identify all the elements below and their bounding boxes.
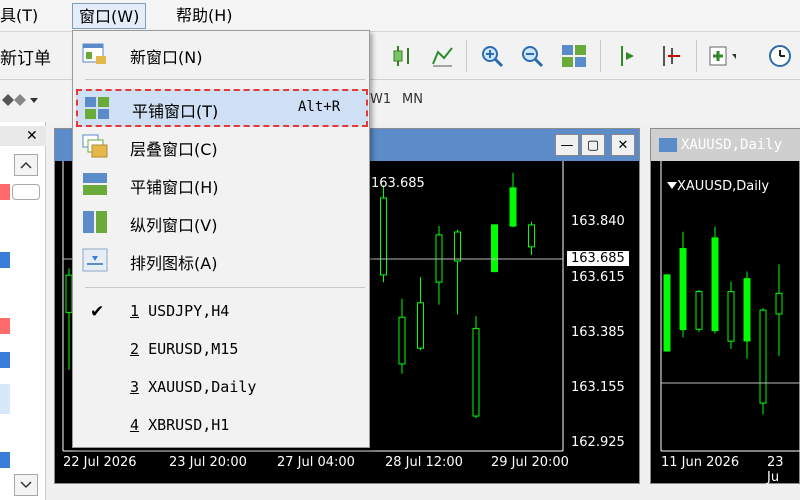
line-chart-icon[interactable] <box>428 42 456 70</box>
date-tick: 22 Jul 2026 <box>63 455 137 470</box>
candle-body <box>435 234 443 283</box>
candle-body <box>775 292 783 315</box>
menubar: 工具(T) 窗口(W) 帮助(H) <box>0 0 800 32</box>
row-marker <box>0 252 10 268</box>
candle-body <box>509 187 517 227</box>
date-tick: 23 Ju <box>767 455 784 485</box>
add-indicator-icon[interactable] <box>708 42 736 70</box>
timeframe-mn[interactable]: MN <box>402 92 423 107</box>
menu-item-label: 新窗口(N) <box>130 48 203 67</box>
row-marker <box>0 184 10 200</box>
scroll-thumb[interactable] <box>12 184 40 200</box>
date-tick: 11 Jun 2026 <box>661 455 740 470</box>
menu-item-label: 4 XBRUSD,H1 <box>130 416 230 434</box>
draw-tools-icon[interactable] <box>0 90 40 114</box>
row-selected <box>0 384 10 414</box>
candle-body <box>743 278 751 342</box>
tile-horizontal-icon <box>82 172 108 196</box>
current-price-label: 163.685 <box>567 251 629 266</box>
menu-item-label: 3 XAUUSD,Daily <box>130 378 257 396</box>
candle-body <box>472 327 480 417</box>
menu-shortcut: Alt+R <box>298 99 341 115</box>
candle-body <box>454 231 461 262</box>
cascade-windows-icon <box>82 134 108 158</box>
price-tick: 163.615 <box>571 270 625 285</box>
menu-item-window-4[interactable]: 4 XBRUSD,H1 <box>74 407 368 445</box>
checkmark-icon: ✔ <box>90 302 105 322</box>
date-tick: 27 Jul 04:00 <box>277 455 355 470</box>
menu-item-new-window[interactable]: 新窗口(N) <box>74 35 368 73</box>
menu-item-tile-vertical[interactable]: 纵列窗口(V) <box>74 203 368 241</box>
row-marker <box>0 452 10 468</box>
chart-canvas-xauusd <box>660 161 800 452</box>
price-tick: 162.925 <box>571 435 625 450</box>
row-marker <box>0 352 10 368</box>
market-watch-panel: ✕ <box>0 122 46 500</box>
menu-item-label: 排列图标(A) <box>130 254 218 273</box>
candle-body <box>398 316 406 365</box>
menu-item-window-3[interactable]: 3 XAUUSD,Daily <box>74 369 368 407</box>
zoom-in-icon[interactable] <box>478 42 506 70</box>
menu-item-window-1[interactable]: ✔ 1 USDJPY,H4 <box>74 293 368 331</box>
candle-body <box>679 248 687 331</box>
minimize-button[interactable]: — <box>555 134 579 156</box>
menu-item-label: 平铺窗口(T) <box>132 102 219 121</box>
menu-item-tile-horizontal[interactable]: 平铺窗口(H) <box>74 165 368 203</box>
date-tick: 29 Jul 20:00 <box>491 455 569 470</box>
chart-shift-icon[interactable] <box>614 42 642 70</box>
menu-help[interactable]: 帮助(H) <box>170 3 239 29</box>
clock-icon[interactable] <box>766 42 794 70</box>
new-window-icon <box>82 42 108 66</box>
app-window: 工具(T) 窗口(W) 帮助(H) 新订单 <box>0 0 800 500</box>
candlestick-chart-icon[interactable] <box>388 42 416 70</box>
menu-item-label: 2 EURUSD,M15 <box>130 340 239 358</box>
chart-titlebar-label: XAUUSD,Daily <box>659 137 782 153</box>
candle-body <box>417 302 424 349</box>
tile-windows-toolbar-icon[interactable] <box>560 42 588 70</box>
candle-body <box>380 197 387 276</box>
close-button[interactable]: ✕ <box>611 134 635 156</box>
chart-window-xauusd[interactable]: XAUUSD,Daily XAUUSD,Daily 11 Jun 2026 23… <box>650 128 800 485</box>
scroll-up-button[interactable] <box>14 154 38 176</box>
tile-windows-icon <box>84 96 110 120</box>
date-tick: 23 Jul 20:00 <box>169 455 247 470</box>
new-order-button[interactable]: 新订单 <box>0 44 51 69</box>
price-tick: 163.840 <box>571 214 625 229</box>
menu-item-label: 层叠窗口(C) <box>130 140 218 159</box>
chart-top-price: 163.685 <box>371 176 425 191</box>
menu-item-label: 平铺窗口(H) <box>130 178 219 197</box>
menu-item-arrange-icons[interactable]: 排列图标(A) <box>74 241 368 279</box>
timeframe-w1[interactable]: W1 <box>370 92 391 107</box>
candle-body <box>491 224 498 273</box>
chart-titlebar[interactable]: XAUUSD,Daily <box>651 129 800 161</box>
tile-vertical-icon <box>82 210 108 234</box>
chart-title: XAUUSD,Daily <box>667 179 769 194</box>
window-menu-dropdown: 新窗口(N) 平铺窗口(T) Alt+R 层叠窗口(C) 平铺窗口(H) 纵列窗… <box>72 30 370 448</box>
menu-tools[interactable]: 工具(T) <box>0 3 44 29</box>
candle-body <box>759 309 767 404</box>
menu-item-window-2[interactable]: 2 EURUSD,M15 <box>74 331 368 369</box>
maximize-button[interactable]: ▢ <box>581 134 605 156</box>
date-tick: 28 Jul 12:00 <box>385 455 463 470</box>
menu-item-label: 纵列窗口(V) <box>130 216 218 235</box>
zoom-out-icon[interactable] <box>518 42 546 70</box>
arrange-icons-icon <box>82 248 108 272</box>
symbol-list <box>0 152 10 482</box>
autoscroll-icon[interactable] <box>656 42 684 70</box>
candle-body <box>695 290 703 330</box>
menu-item-label: 1 USDJPY,H4 <box>130 302 230 320</box>
menu-item-cascade-windows[interactable]: 层叠窗口(C) <box>74 127 368 165</box>
panel-header <box>0 126 46 146</box>
scroll-down-button[interactable] <box>14 474 38 496</box>
candle-body <box>711 237 719 332</box>
candle-body <box>528 224 535 248</box>
menu-item-tile-windows[interactable]: 平铺窗口(T) Alt+R <box>76 89 368 127</box>
row-marker <box>0 318 10 334</box>
candle-body <box>663 274 671 352</box>
candle-body <box>727 291 735 342</box>
menu-window[interactable]: 窗口(W) <box>72 3 147 29</box>
close-icon[interactable]: ✕ <box>26 128 38 144</box>
price-tick: 163.155 <box>571 380 625 395</box>
price-tick: 163.385 <box>571 325 625 340</box>
